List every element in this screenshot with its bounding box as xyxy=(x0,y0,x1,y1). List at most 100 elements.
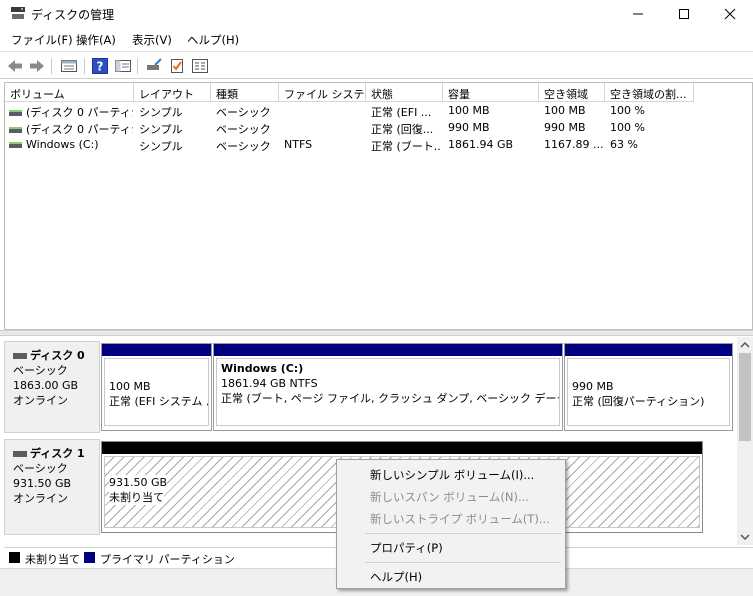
vertical-scrollbar[interactable] xyxy=(737,337,753,545)
menu-view[interactable]: 表示(V) xyxy=(132,32,172,48)
menu-item-new-striped-volume: 新しいストライプ ボリューム(T)... xyxy=(370,512,550,526)
partition-bar xyxy=(102,344,211,356)
volume-icon xyxy=(9,110,22,116)
column-header-status[interactable]: 状態 xyxy=(366,83,443,102)
menu-item-properties[interactable]: プロパティ(P) xyxy=(339,537,563,559)
minimize-button[interactable] xyxy=(615,0,661,28)
window-title: ディスクの管理 xyxy=(31,8,115,22)
cell-volume: Windows (C:) xyxy=(9,138,133,151)
close-button[interactable] xyxy=(707,0,753,28)
volume-list[interactable]: ボリューム レイアウト 種類 ファイル システム 状態 容量 空き領域 空き領域… xyxy=(4,82,753,330)
menu-separator xyxy=(365,562,561,563)
partition-info: 990 MB 正常 (回復パーティション) xyxy=(567,358,730,426)
forward-arrow-icon[interactable] xyxy=(28,57,46,75)
partition-status: 未割り当て xyxy=(109,490,164,505)
column-header-free-percent[interactable]: 空き領域の割... xyxy=(605,83,694,102)
toolbar-separator xyxy=(51,58,52,74)
column-header-free-space[interactable]: 空き領域 xyxy=(539,83,605,102)
partition-efi[interactable]: 100 MB 正常 (EFI システム パ xyxy=(101,343,212,431)
disk-1-status: オンライン xyxy=(13,492,68,505)
cell-status: 正常 (回復... xyxy=(371,123,434,136)
cell-layout: シンプル xyxy=(139,140,183,153)
column-header-layout[interactable]: レイアウト xyxy=(134,83,211,102)
toolbar-separator xyxy=(84,58,85,74)
console-tree-icon[interactable] xyxy=(114,57,132,75)
partition-info: Windows (C:) 1861.94 GB NTFS 正常 (ブート, ペー… xyxy=(216,358,560,426)
disk-icon xyxy=(13,353,27,359)
cell-type: ベーシック xyxy=(216,140,271,153)
cell-status: 正常 (ブート... xyxy=(371,140,441,153)
disk-0-name: ディスク 0 xyxy=(30,349,85,362)
cell-capacity: 990 MB xyxy=(448,121,490,134)
scroll-down-icon[interactable] xyxy=(740,533,750,541)
disk-management-icon xyxy=(11,7,25,19)
cell-free-percent: 63 % xyxy=(610,138,638,151)
partition-bar xyxy=(214,344,562,356)
cell-volume-text: (ディスク 0 パーティシ... xyxy=(26,106,133,119)
cell-type: ベーシック xyxy=(216,106,271,119)
help-icon[interactable]: ? xyxy=(91,57,109,75)
partition-windows-c[interactable]: Windows (C:) 1861.94 GB NTFS 正常 (ブート, ペー… xyxy=(213,343,563,431)
menu-bar: ファイル(F) 操作(A) 表示(V) ヘルプ(H) xyxy=(0,29,753,51)
scroll-up-icon[interactable] xyxy=(740,341,750,349)
partition-bar xyxy=(102,442,702,454)
menu-action[interactable]: 操作(A) xyxy=(76,32,116,48)
cell-free-percent: 100 % xyxy=(610,121,645,134)
partition-status: 正常 (ブート, ページ ファイル, クラッシュ ダンプ, ベーシック データ … xyxy=(221,392,559,405)
back-arrow-icon[interactable] xyxy=(6,57,24,75)
column-header-filesystem[interactable]: ファイル システム xyxy=(279,83,366,102)
disk-icon xyxy=(13,451,27,457)
column-header-volume[interactable]: ボリューム xyxy=(5,83,134,102)
connect-drive-icon[interactable] xyxy=(145,57,163,75)
legend-swatch-primary xyxy=(84,552,95,563)
minimize-icon xyxy=(633,13,643,15)
volume-list-icon[interactable] xyxy=(60,57,78,75)
partition-size: 931.50 GB xyxy=(109,475,168,490)
partition-status: 正常 (EFI システム パ xyxy=(109,395,209,408)
partition-status: 正常 (回復パーティション) xyxy=(572,395,705,408)
table-row[interactable]: Windows (C:) シンプル ベーシック NTFS 正常 (ブート... … xyxy=(5,137,752,154)
title-bar: ディスクの管理 xyxy=(0,0,753,28)
menu-item-new-simple-volume[interactable]: 新しいシンプル ボリューム(I)... xyxy=(339,464,563,486)
table-row[interactable]: (ディスク 0 パーティシ... シンプル ベーシック 正常 (EFI ... … xyxy=(5,103,752,120)
cell-status: 正常 (EFI ... xyxy=(371,106,432,119)
toolbar: ? xyxy=(0,51,753,79)
volume-icon xyxy=(9,127,22,133)
properties-icon[interactable] xyxy=(191,57,209,75)
cell-capacity: 100 MB xyxy=(448,104,490,117)
close-icon xyxy=(724,8,736,20)
cell-volume: (ディスク 0 パーティシ... xyxy=(9,121,133,137)
disk-0-size: 1863.00 GB xyxy=(13,379,79,392)
disk-0-label[interactable]: ディスク 0 ベーシック 1863.00 GB オンライン xyxy=(4,341,100,433)
checklist-icon[interactable] xyxy=(168,57,186,75)
legend-label-primary: プライマリ パーティション xyxy=(100,553,235,566)
cell-free-percent: 100 % xyxy=(610,104,645,117)
disk-0-title: ディスク 0 xyxy=(13,348,99,363)
partition-recovery[interactable]: 990 MB 正常 (回復パーティション) xyxy=(564,343,733,431)
column-header-type[interactable]: 種類 xyxy=(211,83,279,102)
cell-volume-text: Windows (C:) xyxy=(26,138,99,151)
cell-capacity: 1861.94 GB xyxy=(448,138,514,151)
maximize-button[interactable] xyxy=(661,0,707,28)
volume-icon xyxy=(9,142,22,148)
pane-splitter[interactable] xyxy=(0,330,753,336)
cell-free-space: 1167.89 ... xyxy=(544,138,604,151)
table-row[interactable]: (ディスク 0 パーティシ... シンプル ベーシック 正常 (回復... 99… xyxy=(5,120,752,137)
toolbar-separator xyxy=(137,58,138,74)
cell-filesystem: NTFS xyxy=(284,138,313,151)
menu-file[interactable]: ファイル(F) xyxy=(11,32,73,48)
menu-item-new-spanned-volume: 新しいスパン ボリューム(N)... xyxy=(370,490,529,504)
menu-help[interactable]: ヘルプ(H) xyxy=(187,32,239,48)
cell-layout: シンプル xyxy=(139,106,183,119)
disk-1-name: ディスク 1 xyxy=(30,447,85,460)
column-header-capacity[interactable]: 容量 xyxy=(443,83,539,102)
cell-volume-text: (ディスク 0 パーティシ... xyxy=(26,123,133,136)
context-menu: 新しいシンプル ボリューム(I)... 新しいスパン ボリューム(N)... 新… xyxy=(336,459,566,589)
partition-size: 990 MB xyxy=(572,380,614,393)
partition-size: 100 MB xyxy=(109,380,151,393)
scroll-thumb[interactable] xyxy=(739,353,751,441)
disk-1-label[interactable]: ディスク 1 ベーシック 931.50 GB オンライン xyxy=(4,439,100,535)
partition-title: Windows (C:) xyxy=(221,362,304,375)
partition-bar xyxy=(565,344,732,356)
menu-item-help[interactable]: ヘルプ(H) xyxy=(339,566,563,588)
